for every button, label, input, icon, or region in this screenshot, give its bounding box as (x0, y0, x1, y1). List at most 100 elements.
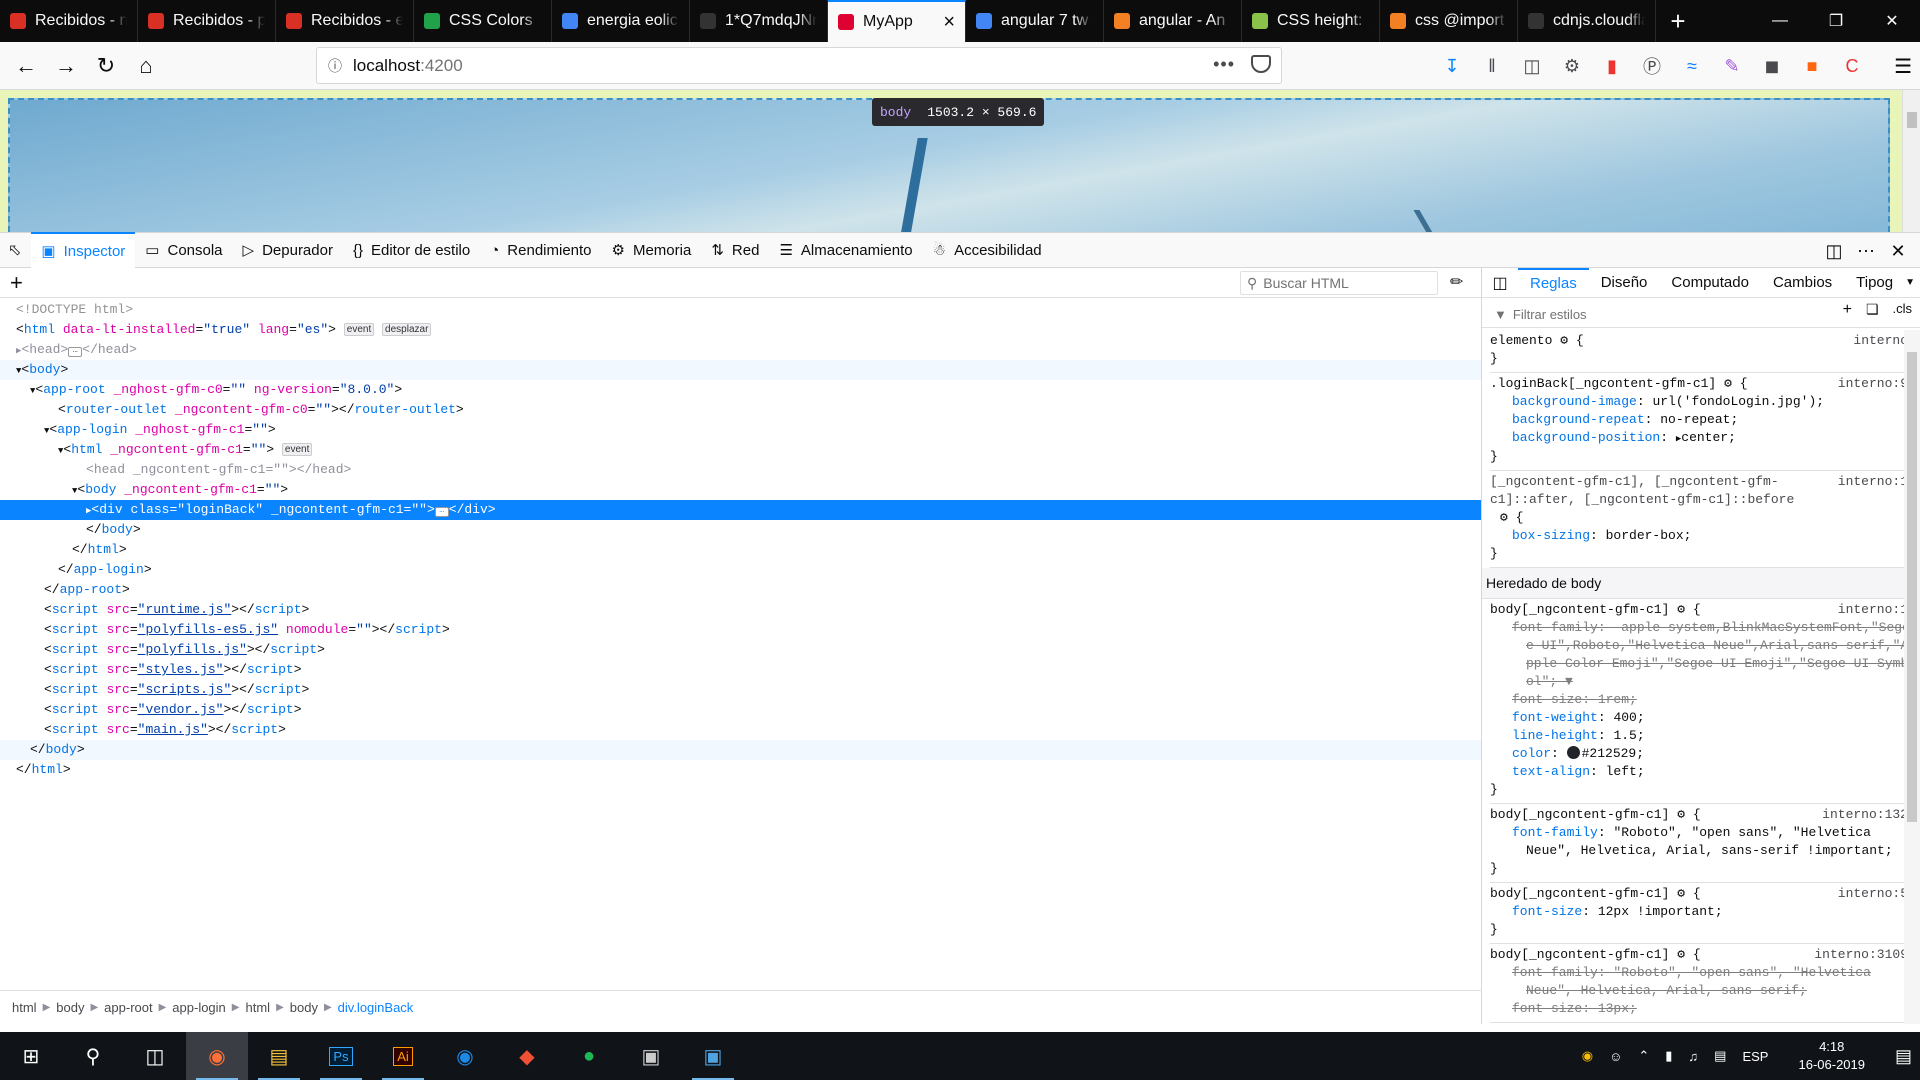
browser-tab[interactable]: Recibidos - e (276, 0, 414, 42)
expand-triangle-icon[interactable]: ▶ (86, 506, 91, 516)
collapsed-ellipsis-icon[interactable]: … (68, 347, 83, 357)
declaration[interactable]: background-image: url('fondoLogin.jpg'); (1490, 393, 1912, 411)
browser-tab[interactable]: MyApp × (828, 0, 966, 42)
scrollbar-thumb[interactable] (1907, 112, 1917, 128)
script-node[interactable]: <script src="main.js"></script> (0, 720, 1481, 740)
extension-shield-icon[interactable]: ◼ (1752, 56, 1792, 77)
photoshop-icon[interactable]: Ps (310, 1032, 372, 1080)
gear-icon[interactable]: ⚙ (1677, 886, 1685, 901)
breadcrumb-item[interactable]: body (290, 1000, 318, 1015)
sidebar-tab[interactable]: Diseño (1589, 268, 1660, 298)
chevron-down-icon[interactable]: ▼ (1905, 277, 1915, 288)
element-picker-button[interactable]: ⬁ (0, 232, 31, 268)
expand-triangle-icon[interactable]: ▼ (16, 366, 21, 376)
devtools-tab-rendimiento[interactable]: ◔ Rendimiento (480, 232, 601, 268)
declaration[interactable]: font-size: 12px !important; (1490, 903, 1912, 921)
sidebar-tab[interactable]: Tipog (1844, 268, 1905, 298)
inner-body-close[interactable]: </body> (0, 520, 1481, 540)
reload-button[interactable]: ↻ (86, 46, 126, 86)
declaration[interactable]: line-height: 1.5; (1490, 727, 1912, 745)
event-badge[interactable]: event (343, 323, 375, 336)
browser-tab[interactable]: css @import (1380, 0, 1518, 42)
browser-tab[interactable]: Recibidos - n (0, 0, 138, 42)
minimize-icon[interactable]: — (1752, 0, 1808, 42)
app-login-node[interactable]: ▼<app-login _nghost-gfm-c1=""> (0, 420, 1481, 440)
info-icon[interactable]: ⓘ (317, 56, 353, 76)
battery-icon[interactable]: ▮ (1665, 1048, 1672, 1064)
declaration[interactable]: background-position: ▶center; (1490, 429, 1912, 448)
page-scrollbar[interactable] (1902, 90, 1920, 232)
rule-body-4[interactable]: body[_ngcontent-gfm-c1] ⚙ {interno:3109 … (1490, 944, 1912, 1023)
cls-button[interactable]: .cls (1893, 301, 1913, 319)
extension-w-icon[interactable]: Ⓟ (1632, 53, 1672, 79)
notifications-icon[interactable]: ▤ (1895, 1046, 1912, 1067)
page-actions-icon[interactable]: ••• (1213, 54, 1235, 75)
toggle-sidebar-icon[interactable]: ◫ (1482, 273, 1518, 293)
expand-triangle-icon[interactable]: ▼ (58, 446, 63, 456)
scroll-badge[interactable]: desplazar (382, 323, 432, 336)
attr-value[interactable]: "main.js" (138, 722, 208, 737)
breadcrumb-item[interactable]: div.loginBack (338, 1000, 414, 1015)
extension-chart-icon[interactable]: ≈ (1672, 56, 1712, 77)
hamburger-menu-icon[interactable]: ☰ (1894, 54, 1912, 79)
extension-red-icon[interactable]: ▮ (1592, 56, 1632, 77)
rule-origin[interactable]: interno:5 (1838, 885, 1908, 903)
extension-orange-icon[interactable]: ■ (1792, 56, 1832, 77)
app-root-node[interactable]: ▼<app-root _nghost-gfm-c0="" ng-version=… (0, 380, 1481, 400)
devtools-tab-inspector[interactable]: ▣ Inspector (31, 232, 136, 268)
script-node[interactable]: <script src="polyfills-es5.js" nomodule=… (0, 620, 1481, 640)
script-node[interactable]: <script src="runtime.js"></script> (0, 600, 1481, 620)
rule-origin[interactable]: interno (1853, 332, 1908, 350)
devtools-tab-red[interactable]: ⇅ Red (701, 232, 769, 268)
maximize-icon[interactable]: ❐ (1808, 0, 1864, 42)
windows-start-icon[interactable]: ⊞ (0, 1032, 62, 1080)
chevron-up-icon[interactable]: ⌃ (1638, 1048, 1649, 1064)
browser-tab[interactable]: 1*Q7mdqJNryxRl (690, 0, 828, 42)
app-root-close[interactable]: </app-root> (0, 580, 1481, 600)
remote-desktop-icon[interactable]: ▣ (620, 1032, 682, 1080)
extension-c-icon[interactable]: C (1832, 56, 1872, 77)
close-window-icon[interactable]: ✕ (1864, 0, 1920, 42)
rule-origin[interactable]: interno:1 (1838, 601, 1908, 619)
rules-scrollbar[interactable] (1904, 330, 1920, 1024)
toggle-pseudo-classes-icon[interactable]: ❏ (1866, 301, 1879, 319)
task-view-icon[interactable]: ◫ (124, 1032, 186, 1080)
gear-icon[interactable]: ⚙ (1500, 510, 1508, 525)
gear-icon[interactable]: ⚙ (1724, 376, 1732, 391)
home-button[interactable]: ⌂ (126, 46, 166, 86)
app-login-close[interactable]: </app-login> (0, 560, 1481, 580)
declaration[interactable]: color: #212529; (1490, 745, 1912, 763)
breadcrumb-item[interactable]: app-login (172, 1000, 226, 1015)
maps-icon[interactable]: ◉ (434, 1032, 496, 1080)
attr-value[interactable]: "styles.js" (138, 662, 224, 677)
expand-triangle-icon[interactable]: ▼ (44, 426, 49, 436)
file-explorer-icon[interactable]: ▤ (248, 1032, 310, 1080)
browser-tab[interactable]: CSS height: 1 (1242, 0, 1380, 42)
new-tab-button[interactable]: + (1656, 0, 1700, 42)
rule-origin[interactable]: interno:1 (1838, 473, 1908, 491)
language-indicator[interactable]: ESP (1742, 1049, 1768, 1064)
declaration-overridden[interactable]: font-size: 1rem; (1490, 691, 1912, 709)
expand-triangle-icon[interactable]: ▼ (72, 486, 77, 496)
inner-head-node[interactable]: <head _ngcontent-gfm-c1=""></head> (0, 460, 1481, 480)
clock[interactable]: 4:18 16-06-2019 (1790, 1038, 1873, 1074)
extension-pen-icon[interactable]: ✎ (1712, 56, 1752, 77)
breadcrumb-item[interactable]: app-root (104, 1000, 152, 1015)
attr-value[interactable]: "scripts.js" (138, 682, 232, 697)
gear-icon[interactable]: ⚙ (1677, 947, 1685, 962)
body-close[interactable]: </body> (0, 740, 1481, 760)
scrollbar-thumb[interactable] (1907, 352, 1917, 822)
gear-icon[interactable]: ⚙ (1677, 602, 1685, 617)
breadcrumb-item[interactable]: html (246, 1000, 271, 1015)
add-node-icon[interactable]: + (10, 270, 23, 296)
sidebar-tab[interactable]: Cambios (1761, 268, 1844, 298)
rule-loginback[interactable]: .loginBack[_ngcontent-gfm-c1] ⚙ {interno… (1490, 373, 1912, 471)
filter-styles-input[interactable]: ▼ Filtrar estilos (1490, 303, 1820, 325)
search-icon[interactable]: ⚲ (62, 1032, 124, 1080)
breadcrumb-item[interactable]: html (12, 1000, 37, 1015)
network-icon[interactable]: ▤ (1714, 1048, 1726, 1064)
event-badge[interactable]: event (281, 443, 313, 456)
attr-value[interactable]: "runtime.js" (138, 602, 232, 617)
inner-html-node[interactable]: ▼<html _ngcontent-gfm-c1=""> event (0, 440, 1481, 460)
people-icon[interactable]: ☺ (1609, 1049, 1622, 1064)
